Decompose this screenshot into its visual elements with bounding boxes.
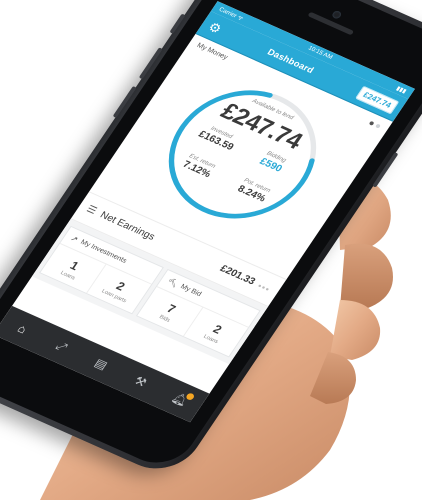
trend-up-icon: ↗ xyxy=(68,233,80,244)
more-icon[interactable]: ••• xyxy=(256,281,273,294)
page-dot-2[interactable] xyxy=(375,123,382,129)
market-icon[interactable]: ⤢ xyxy=(44,334,80,359)
earpiece-speaker xyxy=(307,11,355,36)
front-camera xyxy=(330,9,343,20)
net-earnings-value: £201.33 xyxy=(217,263,258,288)
scene: Carrier ᯤ 10:15 AM ▮▮▮ ⚙ Dashboard £247.… xyxy=(0,0,422,500)
gear-icon[interactable]: ⚙ xyxy=(205,19,226,36)
bell-icon[interactable]: 🔔︎ xyxy=(162,387,197,411)
page-dot-1[interactable] xyxy=(368,120,375,126)
bids-card-title: My Bid xyxy=(179,283,203,298)
notification-badge xyxy=(185,392,196,402)
battery-icon: ▮▮▮ xyxy=(395,85,408,95)
home-icon[interactable]: ⌂ xyxy=(4,317,39,341)
earnings-icon: ☰ xyxy=(84,203,99,217)
gavel-icon: 🔨︎ xyxy=(165,276,180,289)
portfolio-icon[interactable]: ▤ xyxy=(83,352,118,376)
auction-icon[interactable]: ⚒ xyxy=(123,370,158,394)
